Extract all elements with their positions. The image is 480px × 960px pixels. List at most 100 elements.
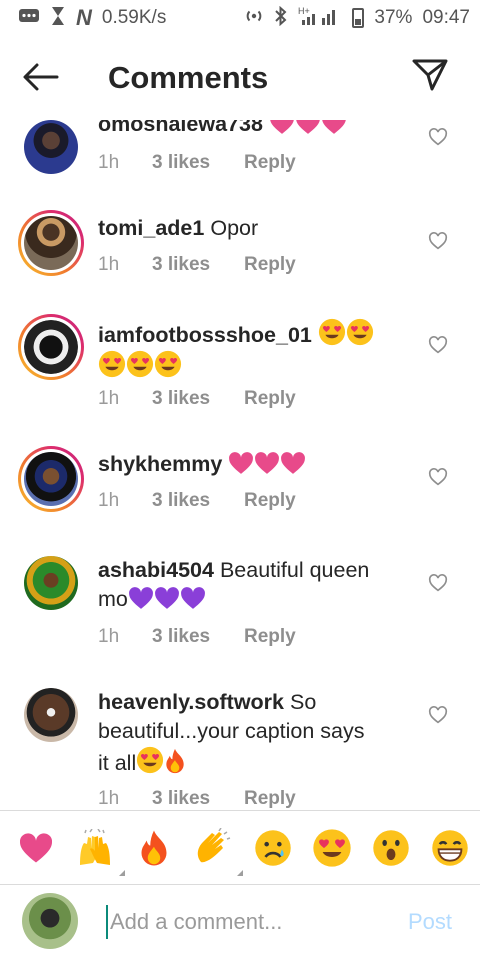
comment-meta: 1h 3 likes Reply bbox=[98, 788, 324, 810]
comment-text: heavenly.softwork So beautiful...your ca… bbox=[98, 688, 408, 778]
heart-eyes-emoji bbox=[98, 350, 126, 378]
divider bbox=[0, 810, 480, 811]
purple-heart-emoji bbox=[154, 586, 180, 610]
like-heart-icon[interactable] bbox=[428, 468, 448, 486]
comment-message: So bbox=[289, 690, 317, 714]
paper-plane-icon bbox=[412, 59, 448, 91]
heart-eyes-emoji bbox=[154, 350, 182, 378]
emoji-laughing-button[interactable] bbox=[428, 826, 472, 870]
clapping-hands-icon bbox=[198, 828, 231, 863]
heart-eyes-icon bbox=[313, 829, 351, 867]
avatar-story-ring[interactable] bbox=[18, 446, 84, 512]
reply-button[interactable]: Reply bbox=[244, 626, 324, 648]
comment-message-end: it all bbox=[98, 751, 137, 775]
comment-likes[interactable]: 3 likes bbox=[152, 254, 244, 276]
avatar bbox=[24, 216, 78, 270]
comment-meta: 1h 3 likes Reply bbox=[98, 388, 324, 410]
comment-text: tomi_ade1 Opor bbox=[98, 214, 408, 243]
laughing-face-icon bbox=[432, 830, 469, 866]
comment-likes[interactable]: 3 likes bbox=[152, 490, 244, 512]
comment-likes[interactable]: 3 likes bbox=[152, 788, 244, 810]
pink-heart-emoji bbox=[269, 120, 295, 135]
reply-button[interactable]: Reply bbox=[244, 388, 324, 410]
heart-eyes-emoji bbox=[318, 318, 346, 346]
bluetooth-icon bbox=[274, 5, 288, 31]
like-heart-icon[interactable] bbox=[428, 232, 448, 250]
pink-heart-emoji bbox=[321, 120, 347, 135]
comment-likes[interactable]: 3 likes bbox=[152, 626, 244, 648]
comment-text: iamfootbossshoe_01 bbox=[98, 318, 408, 382]
comment-time: 1h bbox=[98, 254, 120, 275]
status-right: H+ 37% 09:47 bbox=[244, 5, 470, 31]
avatar bbox=[24, 320, 78, 374]
reply-button[interactable]: Reply bbox=[244, 490, 324, 512]
comment-likes[interactable]: 3 likes bbox=[152, 388, 244, 410]
fire-icon bbox=[141, 830, 167, 866]
avatar-story-ring[interactable] bbox=[18, 210, 84, 276]
emoji-raised-hands-button[interactable] bbox=[73, 826, 125, 876]
comment-time: 1h bbox=[98, 788, 120, 809]
page-title: Comments bbox=[108, 60, 269, 95]
comment-text: shykhemmy bbox=[98, 450, 408, 479]
comment-likes[interactable]: 3 likes bbox=[152, 152, 244, 174]
reply-button[interactable]: Reply bbox=[244, 254, 324, 276]
comment-username[interactable]: ashabi4504 bbox=[98, 558, 214, 582]
reply-button[interactable]: Reply bbox=[244, 788, 324, 810]
avatar-story-ring[interactable] bbox=[18, 314, 84, 380]
battery-percent: 37% bbox=[374, 7, 413, 28]
skin-tone-indicator bbox=[237, 870, 244, 876]
comment-username[interactable]: iamfootbossshoe_01 bbox=[98, 323, 312, 347]
n-app-icon: N bbox=[76, 5, 92, 30]
comment-username[interactable]: heavenly.softwork bbox=[98, 690, 284, 714]
comment-message-cont: mo bbox=[98, 587, 128, 611]
comment-time: 1h bbox=[98, 490, 120, 511]
comment-input[interactable] bbox=[106, 905, 386, 939]
comment-time: 1h bbox=[98, 388, 120, 409]
like-heart-icon[interactable] bbox=[428, 574, 448, 592]
fire-emoji bbox=[164, 748, 186, 774]
avatar[interactable] bbox=[24, 688, 78, 742]
battery-icon bbox=[352, 8, 365, 28]
hourglass-icon bbox=[50, 6, 66, 31]
comment-time: 1h bbox=[98, 152, 120, 173]
reply-button[interactable]: Reply bbox=[244, 152, 324, 174]
heart-icon bbox=[19, 833, 52, 863]
comment-username[interactable]: shykhemmy bbox=[98, 452, 222, 476]
sad-face-icon bbox=[254, 830, 291, 866]
purple-heart-emoji bbox=[128, 586, 154, 610]
post-button[interactable]: Post bbox=[408, 909, 452, 935]
comment-message-cont: beautiful...your caption says bbox=[98, 719, 365, 743]
skin-tone-indicator bbox=[118, 870, 125, 876]
emoji-clap-button[interactable] bbox=[191, 826, 244, 876]
comment-message: Beautiful queen bbox=[219, 558, 370, 582]
avatar bbox=[24, 452, 78, 506]
emoji-heart-button[interactable] bbox=[14, 826, 58, 870]
avatar[interactable] bbox=[24, 120, 78, 174]
status-left: N 0.59K/s bbox=[18, 5, 166, 31]
comment-composer: Post bbox=[0, 885, 480, 960]
comment-meta: 1h 3 likes Reply bbox=[98, 626, 324, 648]
purple-heart-emoji bbox=[180, 586, 206, 610]
comment-time: 1h bbox=[98, 626, 120, 647]
pink-heart-emoji bbox=[295, 120, 321, 135]
comment-username[interactable]: omoshalewa738 bbox=[98, 120, 263, 136]
emoji-surprised-button[interactable] bbox=[369, 826, 413, 870]
share-button[interactable] bbox=[412, 58, 452, 98]
comment-meta: 1h 3 likes Reply bbox=[98, 490, 324, 512]
quick-emoji-bar bbox=[0, 812, 480, 884]
comments-list[interactable]: omoshalewa738 1h 3 likes Reply tomi_ade1… bbox=[0, 120, 480, 810]
network-speed: 0.59K/s bbox=[101, 7, 167, 28]
signal-icon: H+ bbox=[298, 6, 342, 31]
avatar[interactable] bbox=[24, 556, 78, 610]
like-heart-icon[interactable] bbox=[428, 706, 448, 724]
back-button[interactable] bbox=[22, 62, 62, 94]
like-heart-icon[interactable] bbox=[428, 336, 448, 354]
like-heart-icon[interactable] bbox=[428, 128, 448, 146]
emoji-fire-button[interactable] bbox=[132, 826, 176, 870]
emoji-sad-button[interactable] bbox=[251, 826, 295, 870]
pink-heart-emoji bbox=[280, 451, 306, 475]
pink-heart-emoji bbox=[228, 451, 254, 475]
emoji-heart-eyes-button[interactable] bbox=[310, 826, 354, 870]
comment-meta: 1h 3 likes Reply bbox=[98, 254, 324, 276]
comment-username[interactable]: tomi_ade1 bbox=[98, 216, 204, 240]
